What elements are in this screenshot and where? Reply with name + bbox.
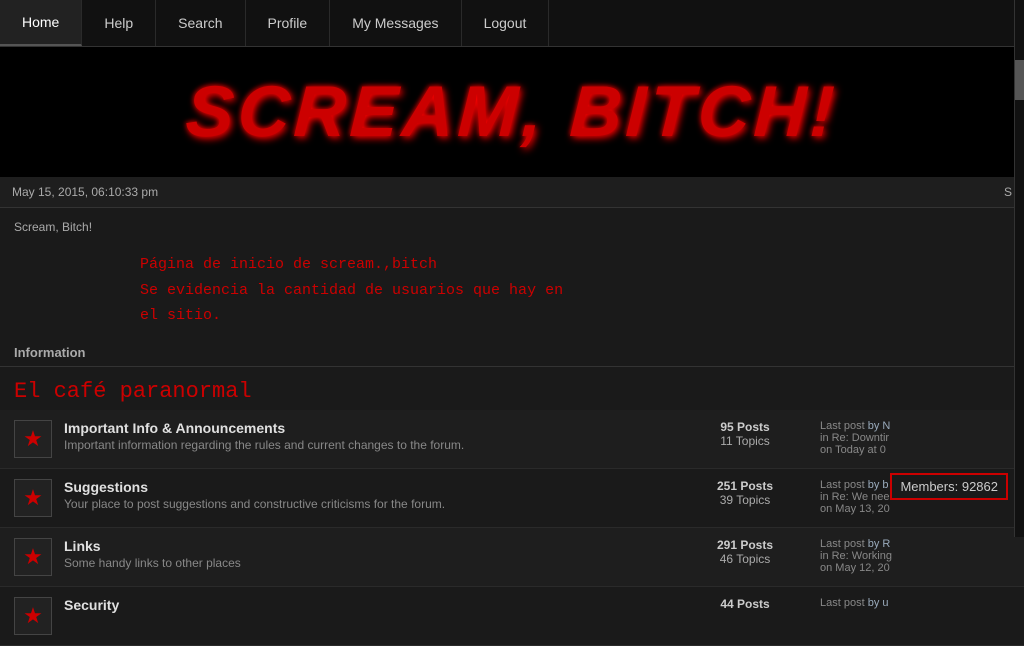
welcome-line2: Se evidencia la cantidad de usuarios que…: [140, 278, 1004, 304]
forum-posts: 291 Posts: [680, 538, 810, 552]
forum-icon: ★: [14, 538, 52, 576]
forum-info: Links Some handy links to other places: [64, 538, 680, 570]
nav-messages[interactable]: My Messages: [330, 0, 461, 46]
forum-icon: ★: [14, 479, 52, 517]
forum-name[interactable]: Links: [64, 538, 680, 554]
forum-lastpost: Last post by R in Re: Working on May 12,…: [810, 538, 1010, 574]
star-icon: ★: [23, 544, 43, 570]
datetime-label: May 15, 2015, 06:10:33 pm: [12, 185, 158, 199]
cafe-header: El café paranormal: [0, 367, 1024, 410]
welcome-line1: Página de inicio de scream.,bitch: [140, 252, 1004, 278]
lastpost-label: Last post: [820, 479, 865, 491]
forum-row: ★ Security 44 Posts Last post by u: [0, 587, 1024, 646]
lastpost-on: on Today at 0: [820, 444, 886, 456]
lastpost-label: Last post: [820, 420, 865, 432]
nav-logout[interactable]: Logout: [462, 0, 550, 46]
star-icon: ★: [23, 603, 43, 629]
lastpost-on: on May 13, 20: [820, 503, 890, 515]
forum-topics: 46 Topics: [680, 552, 810, 566]
forum-posts: 95 Posts: [680, 420, 810, 434]
lastpost-by[interactable]: by b: [868, 479, 889, 491]
forum-list: ★ Important Info & Announcements Importa…: [0, 410, 1024, 646]
nav-help[interactable]: Help: [82, 0, 156, 46]
star-icon: ★: [23, 426, 43, 452]
lastpost-in: in Re: Working: [820, 550, 892, 562]
forum-desc: Your place to post suggestions and const…: [64, 497, 680, 511]
section-header: Information: [0, 339, 1024, 367]
forum-posts: 44 Posts: [680, 597, 810, 611]
forum-icon: ★: [14, 420, 52, 458]
forum-row: ★ Important Info & Announcements Importa…: [0, 410, 1024, 469]
main-content: Scream, Bitch! Members: 92862 Página de …: [0, 208, 1024, 646]
forum-lastpost: Last post by N in Re: Downtir on Today a…: [810, 420, 1010, 456]
forum-name[interactable]: Important Info & Announcements: [64, 420, 680, 436]
welcome-section: Página de inicio de scream.,bitch Se evi…: [0, 242, 1024, 339]
scrollbar[interactable]: [1014, 0, 1024, 537]
star-icon: ★: [23, 485, 43, 511]
forum-stats: 251 Posts 39 Topics: [680, 479, 810, 507]
top-row: Scream, Bitch! Members: 92862: [0, 208, 1024, 242]
datebar-right: S: [1004, 185, 1012, 199]
forum-row: ★ Links Some handy links to other places…: [0, 528, 1024, 587]
forum-info: Important Info & Announcements Important…: [64, 420, 680, 452]
lastpost-on: on May 12, 20: [820, 562, 890, 574]
forum-stats: 291 Posts 46 Topics: [680, 538, 810, 566]
breadcrumb: Scream, Bitch!: [14, 220, 92, 234]
nav-search[interactable]: Search: [156, 0, 245, 46]
forum-info: Suggestions Your place to post suggestio…: [64, 479, 680, 511]
lastpost-label: Last post: [820, 597, 865, 609]
lastpost-label: Last post: [820, 538, 865, 550]
lastpost-in: in Re: Downtir: [820, 432, 889, 444]
forum-name[interactable]: Suggestions: [64, 479, 680, 495]
scrollbar-thumb[interactable]: [1015, 60, 1024, 100]
forum-row: ★ Suggestions Your place to post suggest…: [0, 469, 1024, 528]
nav-profile[interactable]: Profile: [246, 0, 331, 46]
lastpost-in: in Re: We nee: [820, 491, 890, 503]
forum-name[interactable]: Security: [64, 597, 680, 613]
banner-title: sCREAM, BiTCH!: [184, 71, 840, 153]
forum-lastpost: Last post by u: [810, 597, 1010, 609]
forum-stats: 44 Posts: [680, 597, 810, 611]
navbar: Home Help Search Profile My Messages Log…: [0, 0, 1024, 47]
forum-info: Security: [64, 597, 680, 615]
forum-desc: Important information regarding the rule…: [64, 438, 680, 452]
date-bar: May 15, 2015, 06:10:33 pm S: [0, 177, 1024, 208]
lastpost-by[interactable]: by u: [868, 597, 889, 609]
forum-topics: 39 Topics: [680, 493, 810, 507]
forum-topics: 11 Topics: [680, 434, 810, 448]
members-badge: Members: 92862: [890, 473, 1008, 500]
forum-posts: 251 Posts: [680, 479, 810, 493]
forum-desc: Some handy links to other places: [64, 556, 680, 570]
banner: sCREAM, BiTCH!: [0, 47, 1024, 177]
forum-icon: ★: [14, 597, 52, 635]
welcome-line3: el sitio.: [140, 303, 1004, 329]
nav-home[interactable]: Home: [0, 0, 82, 46]
lastpost-by[interactable]: by N: [868, 420, 891, 432]
lastpost-by[interactable]: by R: [868, 538, 891, 550]
forum-stats: 95 Posts 11 Topics: [680, 420, 810, 448]
